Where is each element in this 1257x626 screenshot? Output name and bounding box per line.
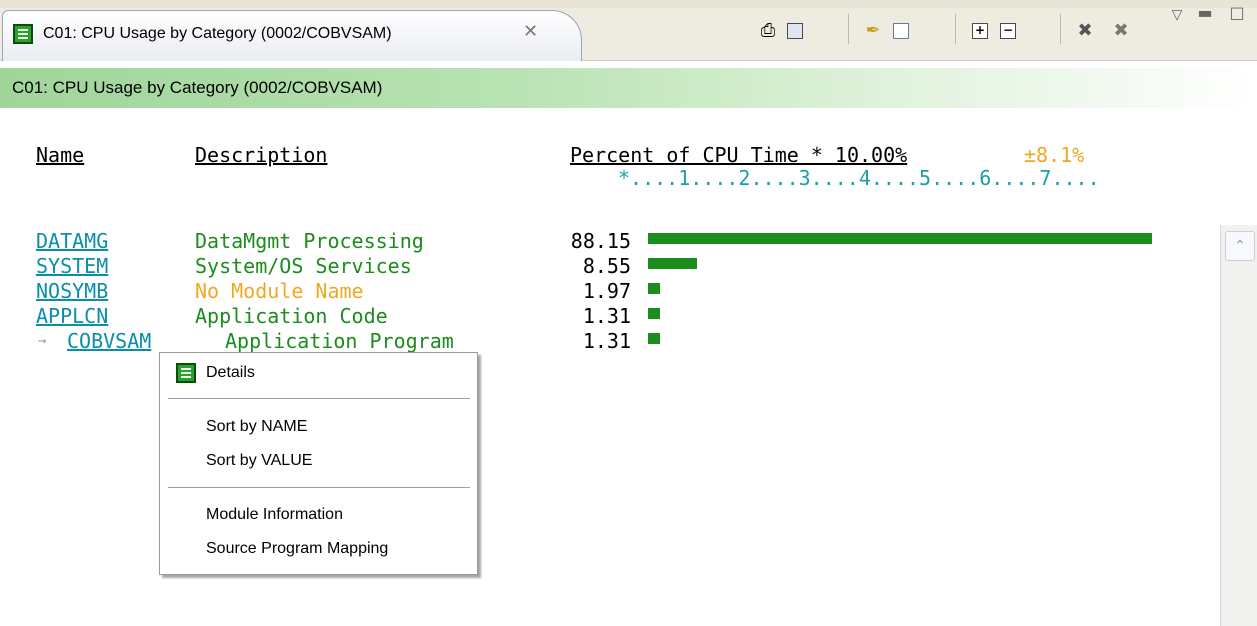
row-description: DataMgmt Processing [195,229,424,253]
print-icon[interactable]: ⎙ [755,18,781,44]
column-header-percent: Percent of CPU Time * 10.00% [570,143,908,167]
toolbar-separator [848,14,849,44]
view-menu-icon[interactable]: ▽ [1164,2,1190,28]
table-row: → COBVSAM Application Program 1.31 [0,328,1220,354]
menu-item-module-information[interactable]: Module Information [206,506,343,524]
pin-icon[interactable]: ✒ [860,18,886,44]
row-name-link[interactable]: NOSYMB [36,278,108,304]
percent-bar [648,258,697,269]
report-tab[interactable]: C01: CPU Usage by Category (0002/COBVSAM… [2,10,582,61]
report-icon [13,24,33,44]
row-percent: 88.15 [570,229,631,253]
vertical-scrollbar[interactable]: ⌃ [1220,225,1257,626]
column-header-description: Description [195,143,328,167]
percent-bar [648,308,660,319]
expand-icon[interactable]: + [967,18,993,44]
row-name-link[interactable]: APPLCN [36,303,108,329]
minimize-icon[interactable]: ▬ [1192,0,1218,26]
scroll-up-icon[interactable]: ⌃ [1225,231,1255,261]
tab-strip [0,0,1257,8]
toolbar-separator [955,14,956,44]
editor-tab-bar: C01: CPU Usage by Category (0002/COBVSAM… [0,0,1257,61]
row-percent: 1.31 [582,304,631,328]
save-icon[interactable] [782,18,808,44]
menu-item-details[interactable]: Details [206,364,255,382]
percent-bar [648,333,660,344]
collapse-icon[interactable]: − [995,18,1021,44]
row-name-link[interactable]: COBVSAM [67,328,151,354]
view-header: C01: CPU Usage by Category (0002/COBVSAM… [0,68,1257,108]
percent-bar [648,233,1152,244]
child-arrow-icon: → [38,333,47,349]
copy-icon[interactable] [888,18,914,44]
details-icon [176,363,196,383]
toolbar-separator [1060,14,1061,44]
table-row: DATAMG DataMgmt Processing 88.15 [0,228,1220,254]
column-header-name: Name [36,143,85,167]
table-row: NOSYMB No Module Name 1.97 [0,278,1220,304]
menu-item-sort-name[interactable]: Sort by NAME [206,418,307,436]
table-row: APPLCN Application Code 1.31 [0,303,1220,329]
context-menu: Details Sort by NAME Sort by VALUE Modul… [159,352,478,575]
row-description: System/OS Services [195,254,412,278]
row-description: Application Code [195,304,388,328]
row-name-link[interactable]: DATAMG [36,228,108,254]
row-description: Application Program [225,329,454,353]
percent-scale: *....1....2....3....4....5....6....7.... [618,166,1100,190]
tolerance-label: ±8.1% [1024,143,1085,167]
row-percent: 1.97 [582,279,631,303]
percent-bar [648,283,660,294]
delete-icon[interactable]: ✖ [1072,18,1098,44]
menu-separator [168,398,470,399]
close-icon[interactable]: ✕ [523,21,538,42]
maximize-icon[interactable]: □ [1224,0,1250,26]
tab-title: C01: CPU Usage by Category (0002/COBVSAM… [43,25,392,42]
table-row: SYSTEM System/OS Services 8.55 [0,253,1220,279]
menu-item-source-program-mapping[interactable]: Source Program Mapping [206,540,388,558]
row-name-link[interactable]: SYSTEM [36,253,108,279]
row-description: No Module Name [195,279,364,303]
menu-separator [168,487,470,488]
menu-item-sort-value[interactable]: Sort by VALUE [206,452,312,470]
row-percent: 8.55 [582,254,631,278]
delete-all-icon[interactable]: ✖ [1108,18,1134,44]
view-header-title: C01: CPU Usage by Category (0002/COBVSAM… [12,78,383,97]
row-percent: 1.31 [582,329,631,353]
